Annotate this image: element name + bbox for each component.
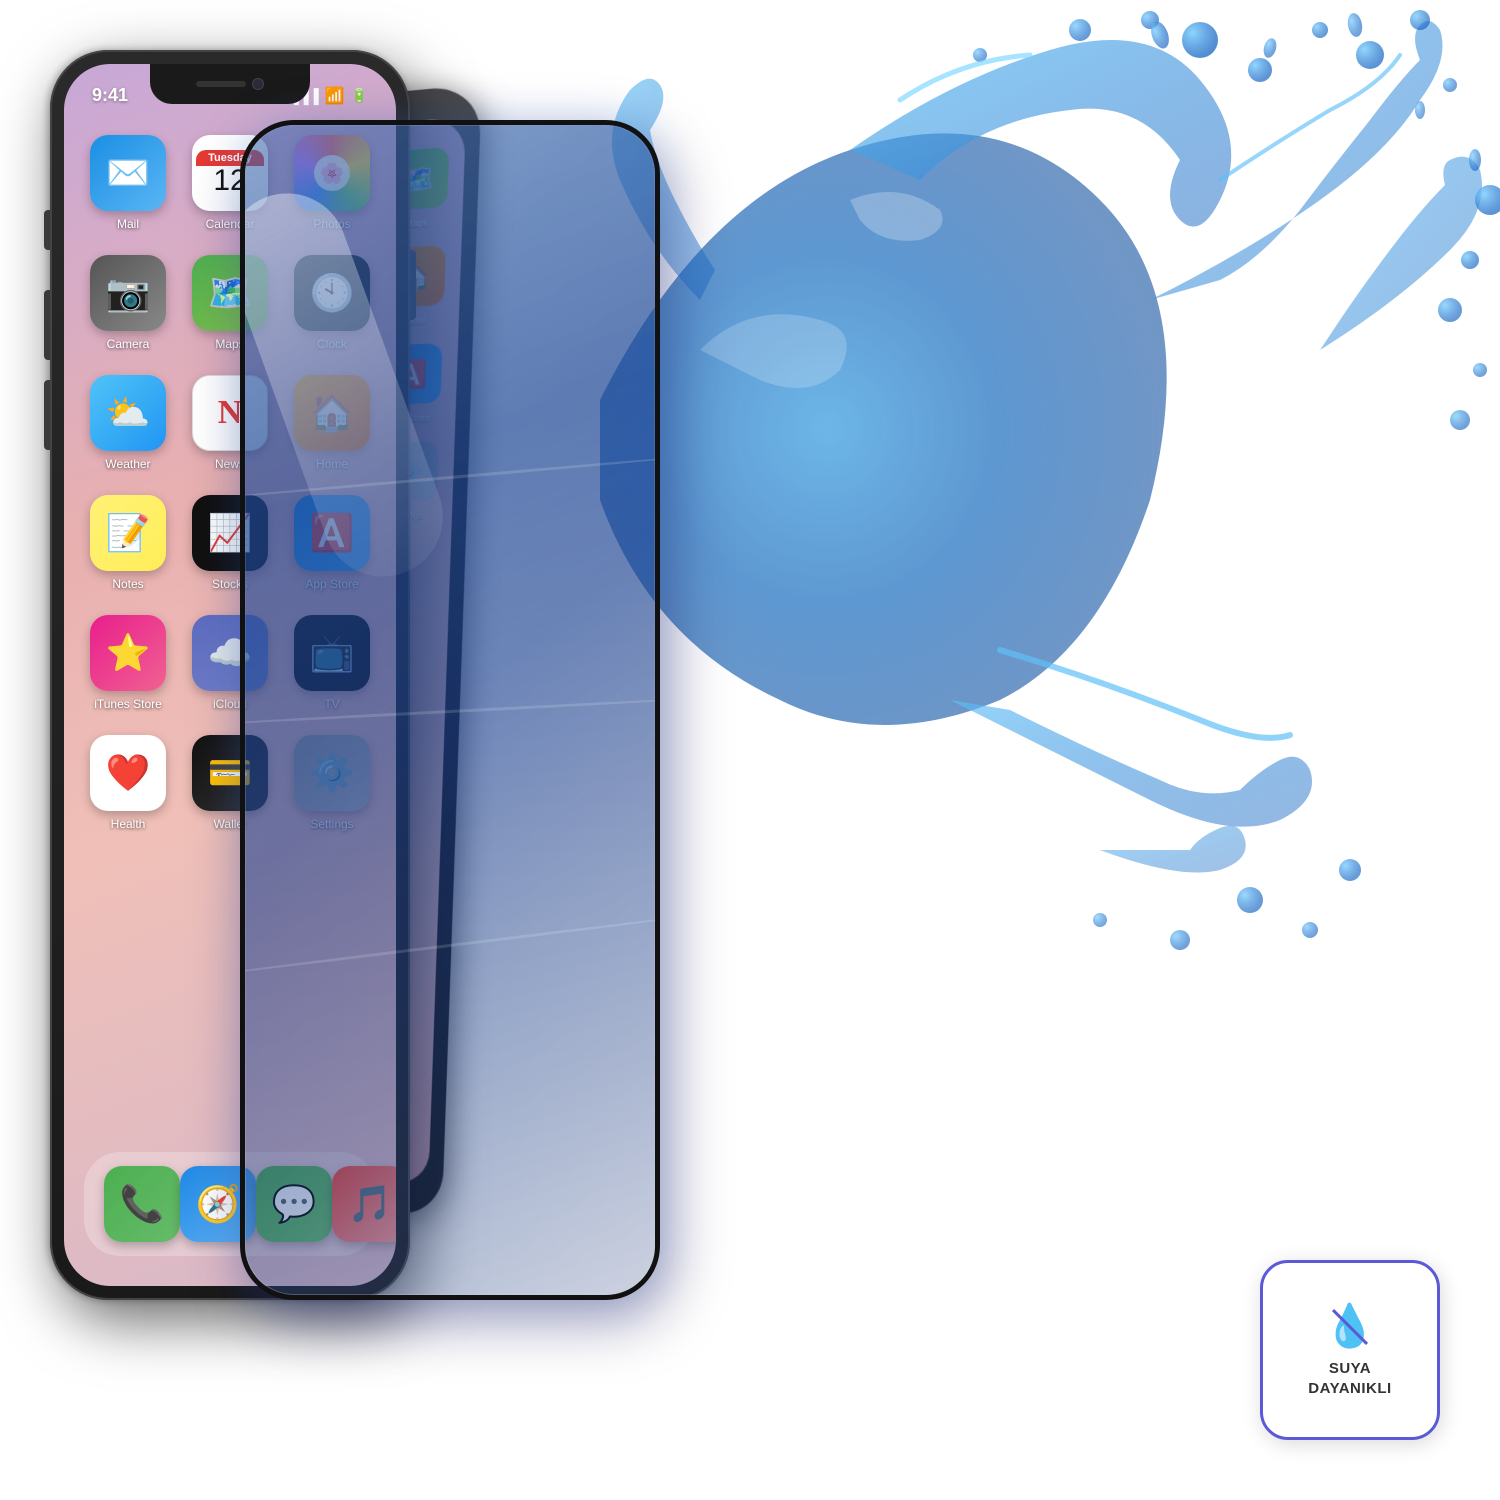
mute-button [44, 210, 50, 250]
phone-icon: 📞 [104, 1166, 180, 1242]
badge-line2: DAYANIKLI [1308, 1380, 1391, 1397]
dock-phone: 📞 [104, 1166, 180, 1242]
weather-label: Weather [105, 457, 150, 471]
status-time: 9:41 [92, 85, 128, 106]
badge-line1: SUYA [1329, 1360, 1371, 1377]
screen-protector-glass [240, 120, 660, 1300]
wifi-icon: 📶 [325, 86, 345, 106]
camera-label: Camera [107, 337, 150, 351]
front-camera [252, 78, 264, 90]
volume-up-button [44, 290, 50, 360]
notch [150, 64, 310, 104]
app-health: ❤️ Health [82, 735, 174, 831]
volume-down-button [44, 380, 50, 450]
app-camera: 📷 Camera [82, 255, 174, 351]
app-mail: ✉️ Mail [82, 135, 174, 231]
health-label: Health [111, 817, 146, 831]
speaker-grille [196, 81, 246, 87]
waterproof-badge: 💧 SUYA DAYANIKLI [1260, 1260, 1440, 1440]
weather-icon: ⛅ [90, 375, 166, 451]
itunesstore-icon: ⭐ [90, 615, 166, 691]
health-icon: ❤️ [90, 735, 166, 811]
mail-icon: ✉️ [90, 135, 166, 211]
water-drop-icon: 💧 [1324, 1302, 1376, 1351]
camera-icon: 📷 [90, 255, 166, 331]
scene: 🌸 Photos 📷 Camera 🗺️ Maps ⛅ Weather 📰 [0, 0, 1500, 1500]
app-weather: ⛅ Weather [82, 375, 174, 471]
notes-icon: 📝 [90, 495, 166, 571]
app-notes: 📝 Notes [82, 495, 174, 591]
battery-icon: 🔋 [351, 87, 368, 104]
badge-text: SUYA DAYANIKLI [1308, 1359, 1391, 1398]
notes-label: Notes [112, 577, 143, 591]
no-water-slash [1332, 1308, 1368, 1344]
mail-label: Mail [117, 217, 139, 231]
itunesstore-label: iTunes Store [94, 697, 162, 711]
app-itunesstore: ⭐ iTunes Store [82, 615, 174, 711]
